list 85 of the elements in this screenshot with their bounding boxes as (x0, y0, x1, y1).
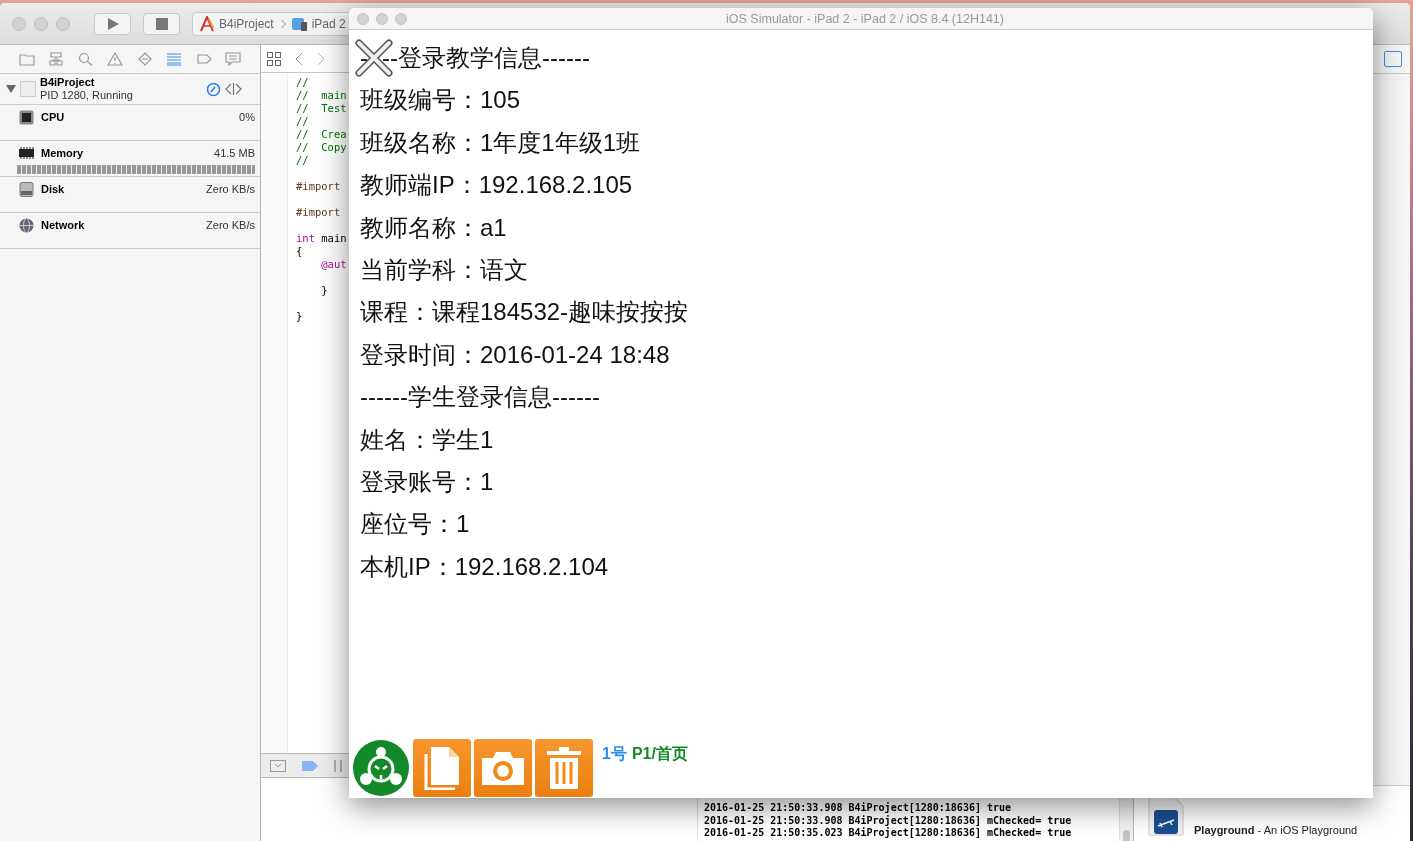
library-item-title: Playground - An iOS Playground (1194, 824, 1358, 836)
logo-icon[interactable] (352, 739, 410, 797)
code-line: @aut (320, 258, 347, 271)
document-button[interactable] (413, 739, 471, 797)
code-line: // Test (296, 102, 347, 115)
gauge-label: Memory (41, 147, 85, 159)
warning-icon[interactable] (107, 52, 124, 66)
gauge-label: Disk (41, 183, 66, 195)
code-line: } (296, 310, 304, 323)
hide-panel-icon[interactable] (270, 759, 286, 772)
chip-icon (19, 109, 34, 125)
code-line: // (296, 76, 310, 89)
search-icon[interactable] (77, 52, 94, 66)
info-line: 班级名称：1年度1年级1班 (360, 127, 642, 158)
info-line: 登录账号：1 (360, 466, 495, 497)
globe-icon (19, 217, 34, 233)
hierarchy-icon[interactable] (48, 52, 65, 66)
zoom-button[interactable] (56, 16, 70, 31)
panel-toggle-icon[interactable] (1384, 51, 1402, 67)
code-line: } (320, 284, 329, 297)
code-line: int main (296, 232, 347, 245)
gauge-value: 41.5 MB (214, 147, 255, 159)
close-button[interactable] (12, 16, 26, 31)
info-line: 座位号：1 (360, 509, 471, 540)
console-line: 2016-01-25 21:50:33.908 B4iProject[1280:18636] mChecked= true (704, 814, 1073, 827)
gauge-value: Zero KB/s (206, 219, 255, 231)
stop-icon (155, 17, 168, 30)
project-name[interactable]: B4iProject (219, 16, 274, 31)
code-line: #import (296, 180, 342, 193)
device-icon (291, 16, 308, 31)
camera-button[interactable] (474, 739, 532, 797)
info-line: 当前学科：语文 (360, 254, 529, 285)
forward-icon[interactable] (317, 51, 325, 66)
info-line: 教师端IP：192.168.2.105 (360, 170, 634, 201)
heading-text: - (360, 43, 368, 73)
split-icon[interactable] (225, 82, 242, 96)
info-line: 班级编号：105 (360, 85, 522, 116)
debug-icon[interactable] (166, 52, 183, 66)
folder-icon[interactable] (18, 52, 35, 66)
breakpoint-icon[interactable] (195, 52, 212, 66)
code-line: // main (296, 89, 347, 102)
info-line: 课程：课程184532-趣味按按按 (360, 297, 690, 328)
device-name[interactable]: iPad 2 (311, 16, 346, 31)
grid-icon[interactable] (267, 51, 281, 66)
page-indicator: P1/首页 (631, 743, 688, 764)
stop-button[interactable] (143, 12, 180, 35)
process-status: PID 1280, Running (40, 89, 134, 102)
info-line: 教师名称：a1 (360, 212, 508, 243)
gauge-value: 0% (239, 111, 255, 123)
gauge-label: CPU (41, 111, 66, 123)
test-icon[interactable] (136, 52, 153, 66)
report-icon[interactable] (225, 52, 242, 66)
heading-text: --登录教学信息------ (382, 43, 590, 73)
window-title: iOS Simulator - iPad 2 - iPad 2 / iOS 8.4 (12H141) (725, 11, 1005, 26)
back-icon[interactable] (295, 51, 303, 66)
code-line: { (296, 245, 304, 258)
info-line: ------学生登录信息------ (360, 382, 601, 413)
student-number: 1号 (602, 743, 627, 764)
memory-chip-icon (19, 147, 34, 159)
trash-button[interactable] (535, 739, 593, 797)
document-icon (422, 746, 462, 790)
info-line: 姓名：学生1 (360, 424, 495, 455)
run-button[interactable] (94, 12, 131, 35)
play-icon (105, 16, 120, 31)
camera-icon (480, 750, 526, 786)
trash-icon (546, 746, 582, 790)
console-line: 2016-01-25 21:50:35.023 B4iProject[1280:18636] mChecked= true (704, 827, 1073, 841)
gauge-label: Network (41, 219, 86, 231)
minimize-button[interactable] (376, 12, 388, 25)
gauge-value: Zero KB/s (206, 183, 255, 195)
gauge-icon[interactable] (206, 81, 221, 97)
breakpoint-icon[interactable] (302, 760, 318, 771)
code-line: #import (296, 206, 342, 219)
minimize-button[interactable] (34, 16, 48, 31)
code-line: // Copy (296, 141, 347, 154)
console-line: 2016-01-25 21:50:33.908 B4iProject[1280:18636] true (704, 802, 1013, 815)
zoom-button[interactable] (395, 12, 407, 25)
code-line: // Crea (296, 128, 347, 141)
pause-icon[interactable] (334, 759, 344, 772)
info-line: 登录时间：2016-01-24 18:48 (360, 339, 671, 370)
code-line: // (296, 115, 310, 128)
info-line: 本机IP：192.168.2.104 (360, 551, 610, 582)
close-button[interactable] (357, 12, 369, 25)
code-line: // (296, 154, 310, 167)
process-name: B4iProject (40, 76, 96, 89)
